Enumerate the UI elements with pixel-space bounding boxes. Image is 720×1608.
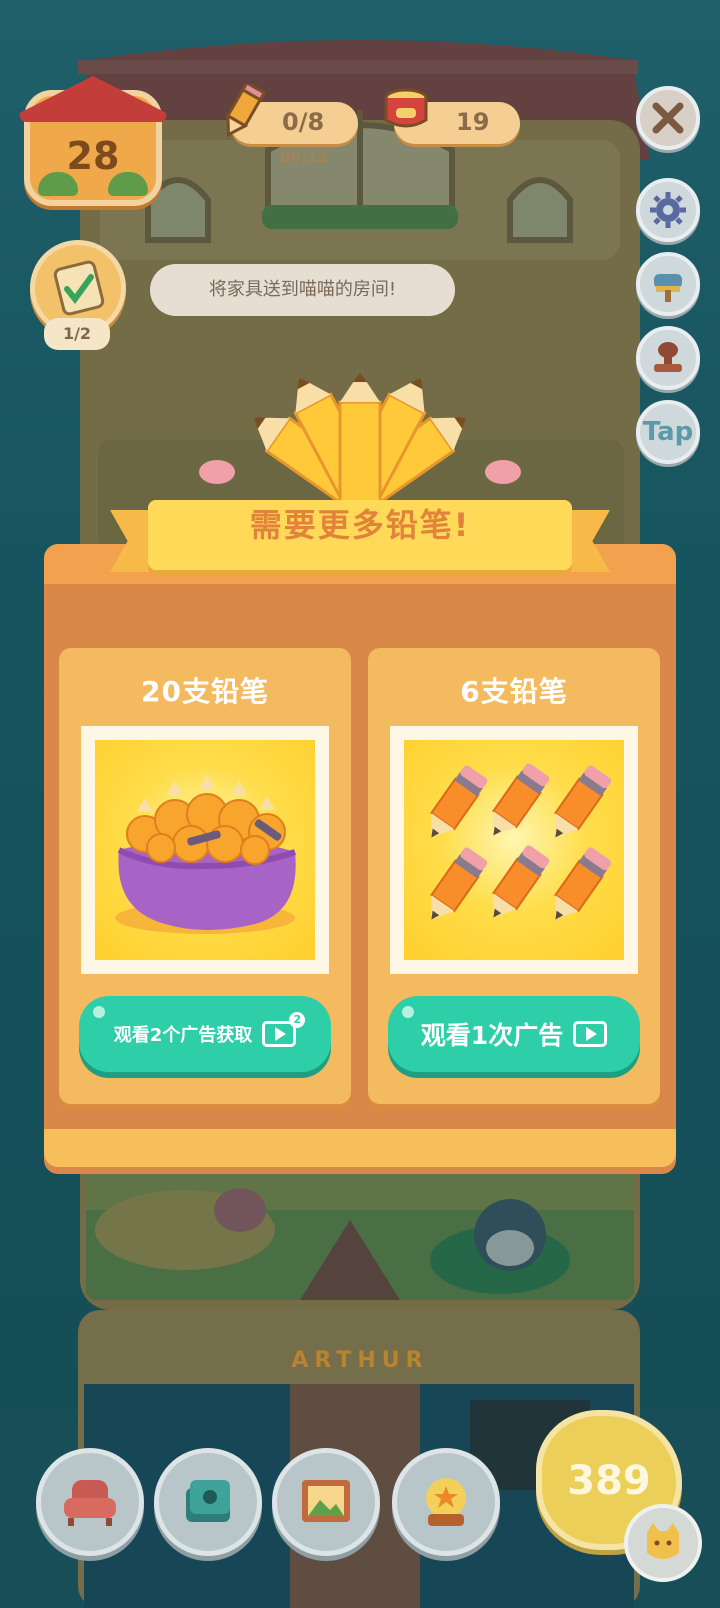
task-progress: 1/2 bbox=[44, 318, 110, 350]
button-shine bbox=[402, 1006, 414, 1018]
paint-button[interactable] bbox=[636, 252, 700, 316]
dialog-footer bbox=[44, 1129, 676, 1167]
watch-two-ads-label: 观看2个广告获取 bbox=[113, 1025, 253, 1046]
cat-face-icon bbox=[647, 1523, 679, 1559]
can-counter: 19 bbox=[384, 88, 520, 144]
timer-text: 00:12 bbox=[280, 148, 328, 166]
stamp-icon bbox=[654, 342, 682, 372]
food-can-icon bbox=[384, 88, 428, 128]
video-ad-icon: 2 bbox=[262, 1012, 306, 1047]
gear-icon bbox=[650, 192, 686, 228]
tap-label: Tap bbox=[642, 417, 694, 447]
pencil-fan-icon bbox=[199, 372, 521, 502]
ad-count-badge: 2 bbox=[289, 1012, 306, 1028]
pencil-icon bbox=[225, 84, 266, 138]
offer-card-20-pencils: 20支铅笔 观看2个广告获取 2 bbox=[59, 648, 351, 1104]
coin-count: 389 bbox=[567, 1458, 651, 1504]
album-button[interactable] bbox=[154, 1448, 262, 1556]
watch-one-ad-label: 观看1次广告 bbox=[420, 1021, 564, 1050]
watch-one-ad-button[interactable]: 观看1次广告 bbox=[388, 996, 640, 1072]
snow-globe-icon bbox=[426, 1478, 466, 1526]
watch-two-ads-button[interactable]: 观看2个广告获取 2 bbox=[79, 996, 331, 1072]
offer-image bbox=[95, 740, 315, 960]
level-number: 28 bbox=[66, 134, 120, 178]
shop-button[interactable] bbox=[392, 1448, 500, 1556]
dialog-ribbon: 需要更多铅笔! bbox=[110, 496, 610, 578]
furniture-button[interactable] bbox=[36, 1448, 144, 1556]
picture-frame-icon bbox=[302, 1480, 350, 1522]
offer-image-frame bbox=[390, 726, 638, 974]
pencil-counter: 0/8 bbox=[225, 84, 358, 144]
stamp-button[interactable] bbox=[636, 326, 700, 390]
offer-card-6-pencils: 6支铅笔 观看1次广告 bbox=[368, 648, 660, 1104]
dialog-title: 需要更多铅笔! bbox=[249, 506, 471, 544]
level-badge[interactable]: 28 bbox=[20, 76, 166, 206]
six-pencils-icon bbox=[418, 760, 614, 929]
close-button[interactable] bbox=[636, 86, 700, 150]
settings-button[interactable] bbox=[636, 178, 700, 242]
pencil-bag-icon bbox=[115, 774, 296, 934]
cat-button[interactable] bbox=[624, 1504, 702, 1582]
offer-image bbox=[404, 740, 624, 960]
pencil-count: 0/8 bbox=[282, 108, 325, 136]
tap-button[interactable]: Tap bbox=[636, 400, 700, 464]
task-tip-bubble: 将家具送到喵喵的房间! bbox=[150, 264, 455, 316]
close-icon bbox=[652, 102, 684, 134]
video-ad-icon bbox=[573, 1021, 608, 1047]
button-shine bbox=[93, 1006, 105, 1018]
book-icon bbox=[186, 1480, 230, 1522]
offer-label: 6支铅笔 bbox=[460, 675, 568, 708]
offer-label: 20支铅笔 bbox=[141, 675, 269, 708]
play-icon bbox=[586, 1027, 598, 1041]
play-icon bbox=[275, 1027, 287, 1041]
armchair-icon bbox=[64, 1480, 116, 1526]
gallery-button[interactable] bbox=[272, 1448, 380, 1556]
can-count: 19 bbox=[456, 108, 490, 136]
paint-roller-icon bbox=[654, 274, 682, 302]
offer-image-frame bbox=[81, 726, 329, 974]
room-name: ARTHUR bbox=[291, 1348, 429, 1373]
